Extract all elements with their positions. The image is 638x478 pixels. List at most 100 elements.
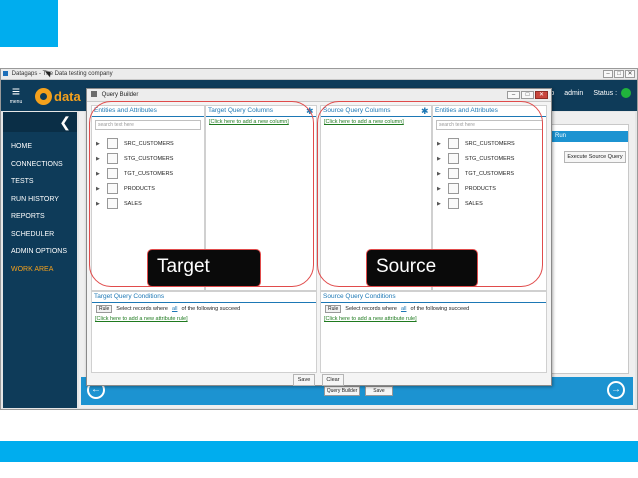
- rule-text-before: Select records where: [345, 306, 397, 312]
- expand-arrow-icon[interactable]: ▶: [437, 156, 448, 162]
- bottom-accent-band: [0, 441, 638, 462]
- source-condition-rule: Rule Select records where all of the fol…: [325, 305, 469, 313]
- sidebar-item-scheduler[interactable]: SCHEDULER: [3, 226, 77, 244]
- minimize-button[interactable]: –: [603, 70, 613, 78]
- query-builder-title: Query Builder: [101, 92, 139, 98]
- collapse-sidebar-button[interactable]: ❮: [3, 112, 77, 132]
- checkbox[interactable]: [448, 138, 459, 149]
- checkbox[interactable]: [107, 153, 118, 164]
- expand-arrow-icon[interactable]: ▶: [437, 201, 448, 207]
- qb-save-button[interactable]: Save: [293, 374, 315, 386]
- status-label: Status :: [593, 89, 618, 97]
- query-builder-titlebar: Query Builder – □ ✕: [87, 89, 551, 102]
- columns-settings-icon[interactable]: ✱: [421, 106, 429, 117]
- hamburger-icon: ≡: [11, 83, 21, 99]
- target-add-column-link[interactable]: [Click here to add a new column]: [209, 119, 289, 125]
- target-conditions-header: Target Query Conditions: [94, 293, 165, 300]
- checkbox[interactable]: [107, 183, 118, 194]
- app-icon: [3, 70, 8, 76]
- user-name[interactable]: admin: [564, 90, 583, 97]
- entity-label: SALES: [124, 200, 142, 207]
- source-all-link[interactable]: all: [401, 306, 407, 312]
- source-add-rule-link[interactable]: [Click here to add a new attribute rule]: [324, 316, 417, 322]
- list-item[interactable]: ▶ STG_CUSTOMERS: [437, 151, 515, 166]
- save-button[interactable]: Save: [365, 386, 393, 396]
- status-dot-icon: [621, 88, 631, 98]
- entity-label: TGT_CUSTOMERS: [124, 170, 174, 177]
- dialog-maximize-button[interactable]: □: [521, 91, 534, 99]
- sidebar-nav: HOME CONNECTIONS TESTS RUN HISTORY REPOR…: [3, 138, 77, 278]
- list-item[interactable]: ▶ SRC_CUSTOMERS: [96, 136, 174, 151]
- expand-arrow-icon[interactable]: ▶: [96, 156, 107, 162]
- source-conditions-header: Source Query Conditions: [323, 293, 396, 300]
- checkbox[interactable]: [448, 198, 459, 209]
- expand-arrow-icon[interactable]: ▶: [96, 201, 107, 207]
- expand-arrow-icon[interactable]: ▶: [96, 186, 107, 192]
- source-add-column-link[interactable]: [Click here to add a new column]: [324, 119, 404, 125]
- sidebar: ❮ HOME CONNECTIONS TESTS RUN HISTORY REP…: [3, 112, 77, 408]
- expand-arrow-icon[interactable]: ▶: [437, 171, 448, 177]
- sidebar-item-reports[interactable]: REPORTS: [3, 208, 77, 226]
- sidebar-item-home[interactable]: HOME: [3, 138, 77, 156]
- execute-source-query-button[interactable]: Execute Source Query: [564, 151, 626, 163]
- dialog-minimize-button[interactable]: –: [507, 91, 520, 99]
- menu-button[interactable]: ≡ menu: [5, 84, 27, 108]
- query-builder-icon: [91, 91, 97, 98]
- list-item[interactable]: ▶ TGT_CUSTOMERS: [437, 166, 515, 181]
- maximize-button[interactable]: □: [614, 70, 624, 78]
- divider: [321, 302, 546, 303]
- target-add-rule-link[interactable]: [Click here to add a new attribute rule]: [95, 316, 188, 322]
- rule-text-after: of the following succeed: [181, 306, 241, 312]
- checkbox[interactable]: [448, 168, 459, 179]
- sidebar-item-run-history[interactable]: RUN HISTORY: [3, 191, 77, 209]
- source-columns-header: Source Query Columns: [323, 107, 391, 114]
- target-callout: Target: [147, 249, 261, 287]
- sidebar-item-tests[interactable]: TESTS: [3, 173, 77, 191]
- expand-arrow-icon[interactable]: ▶: [96, 171, 107, 177]
- checkbox[interactable]: [107, 198, 118, 209]
- entity-label: STG_CUSTOMERS: [124, 155, 174, 162]
- entity-label: PRODUCTS: [124, 185, 155, 192]
- list-item[interactable]: ▶ PRODUCTS: [96, 181, 174, 196]
- list-item[interactable]: ▶ SALES: [437, 196, 515, 211]
- checkbox[interactable]: [448, 153, 459, 164]
- corner-accent-block: [0, 0, 58, 47]
- target-rule-button[interactable]: Rule: [96, 305, 113, 313]
- close-button[interactable]: ✕: [625, 70, 635, 78]
- target-entities-header: Entities and Attributes: [94, 107, 157, 114]
- target-all-link[interactable]: all: [172, 306, 178, 312]
- list-item[interactable]: ▶ SALES: [96, 196, 174, 211]
- qb-clear-button[interactable]: Clear: [322, 374, 344, 386]
- expand-arrow-icon[interactable]: ▶: [96, 141, 107, 147]
- sidebar-item-work-area[interactable]: WORK AREA: [3, 261, 77, 279]
- entity-label: STG_CUSTOMERS: [465, 155, 515, 162]
- checkbox[interactable]: [448, 183, 459, 194]
- sidebar-item-admin-options[interactable]: ADMIN OPTIONS: [3, 243, 77, 261]
- target-entities-search-input[interactable]: search text here: [95, 120, 201, 130]
- dialog-close-button[interactable]: ✕: [535, 91, 548, 99]
- list-item[interactable]: ▶ STG_CUSTOMERS: [96, 151, 174, 166]
- entity-label: PRODUCTS: [465, 185, 496, 192]
- divider: [92, 116, 204, 117]
- source-entities-search-input[interactable]: search text here: [436, 120, 543, 130]
- entity-label: TGT_CUSTOMERS: [465, 170, 515, 177]
- list-item[interactable]: ▶ PRODUCTS: [437, 181, 515, 196]
- list-item[interactable]: ▶ SRC_CUSTOMERS: [437, 136, 515, 151]
- next-arrow-icon[interactable]: →: [607, 381, 625, 399]
- entity-label: SRC_CUSTOMERS: [465, 140, 515, 147]
- dialog-controls: – □ ✕: [507, 91, 548, 99]
- checkbox[interactable]: [107, 168, 118, 179]
- logo-text: data: [54, 88, 81, 104]
- expand-arrow-icon[interactable]: ▶: [437, 141, 448, 147]
- source-conditions-pane: Source Query Conditions Rule Select reco…: [320, 291, 547, 373]
- source-rule-button[interactable]: Rule: [325, 305, 342, 313]
- columns-settings-icon[interactable]: ✱: [306, 106, 314, 117]
- status-indicator: Status :: [593, 88, 631, 98]
- list-item[interactable]: ▶ TGT_CUSTOMERS: [96, 166, 174, 181]
- expand-arrow-icon[interactable]: ▶: [437, 186, 448, 192]
- checkbox[interactable]: [107, 138, 118, 149]
- run-panel: Run Execute Source Query: [551, 124, 629, 374]
- sidebar-item-connections[interactable]: CONNECTIONS: [3, 156, 77, 174]
- target-condition-rule: Rule Select records where all of the fol…: [96, 305, 240, 313]
- query-builder-button[interactable]: Query Builder: [324, 386, 360, 396]
